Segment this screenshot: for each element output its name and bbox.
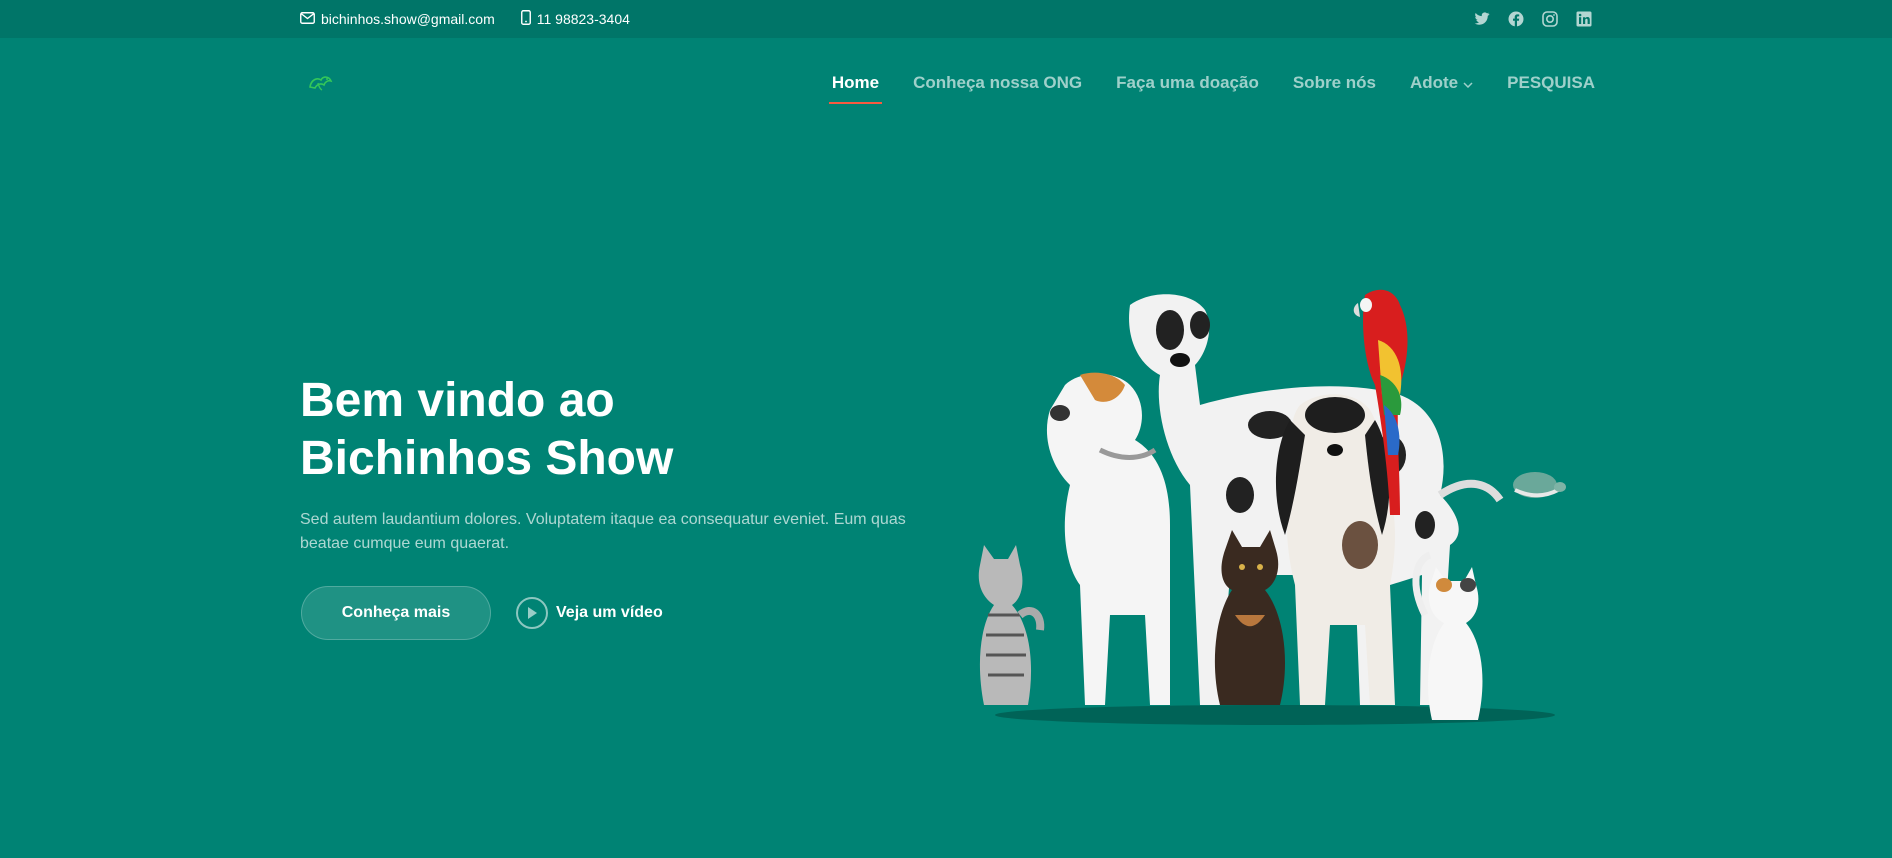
watch-video-label: Veja um vídeo xyxy=(556,604,663,621)
nav-conheca-ong[interactable]: Conheça nossa ONG xyxy=(913,73,1082,93)
chevron-down-icon xyxy=(1463,73,1473,93)
learn-more-button[interactable]: Conheça mais xyxy=(301,586,491,640)
hero-title-line-1: Bem vindo ao xyxy=(300,374,615,427)
nav-adote-label: Adote xyxy=(1409,73,1459,92)
bulldog-illustration xyxy=(1046,372,1170,705)
email-contact[interactable]: bichinhos.show@gmail.com xyxy=(300,11,495,27)
play-icon xyxy=(516,597,548,629)
twitter-icon[interactable] xyxy=(1474,11,1490,27)
nav-home[interactable]: Home xyxy=(828,73,883,104)
hero-title-line-2: Bichinhos Show xyxy=(300,432,674,485)
phone-icon xyxy=(520,10,531,28)
turtle-illustration xyxy=(1513,472,1566,498)
nav-adote[interactable]: Adote xyxy=(1410,73,1473,93)
social-links xyxy=(1474,0,1592,38)
kitten-tabby-illustration xyxy=(978,545,1045,705)
phone-contact[interactable]: 11 98823-3404 xyxy=(520,10,630,28)
phone-text: 11 98823-3404 xyxy=(536,11,630,27)
top-bar: bichinhos.show@gmail.com 11 98823-3404 xyxy=(0,0,1892,38)
envelope-icon xyxy=(300,11,315,27)
hero-title: Bem vindo ao Bichinhos Show xyxy=(300,372,860,488)
instagram-icon[interactable] xyxy=(1542,11,1558,27)
hero-subtitle: Sed autem laudantium dolores. Voluptatem… xyxy=(300,511,906,552)
nav-pesquisa[interactable]: PESQUISA xyxy=(1507,73,1595,93)
hero-animals-image xyxy=(970,285,1580,735)
logo[interactable] xyxy=(306,72,336,94)
nav-sobre[interactable]: Sobre nós xyxy=(1293,73,1376,93)
linkedin-icon[interactable] xyxy=(1576,11,1592,27)
header: Home Conheça nossa ONG Faça uma doação S… xyxy=(0,38,1892,128)
spaniel-illustration xyxy=(1275,394,1395,705)
contact-info: bichinhos.show@gmail.com 11 98823-3404 xyxy=(300,0,630,38)
watch-video-button[interactable]: Veja um vídeo xyxy=(516,596,663,630)
main-nav: Home Conheça nossa ONG Faça uma doação S… xyxy=(828,38,1595,128)
email-text: bichinhos.show@gmail.com xyxy=(321,11,495,27)
nav-doacao[interactable]: Faça uma doação xyxy=(1116,73,1259,93)
facebook-icon[interactable] xyxy=(1508,11,1524,27)
kitten-tortoiseshell-illustration xyxy=(1214,530,1285,705)
